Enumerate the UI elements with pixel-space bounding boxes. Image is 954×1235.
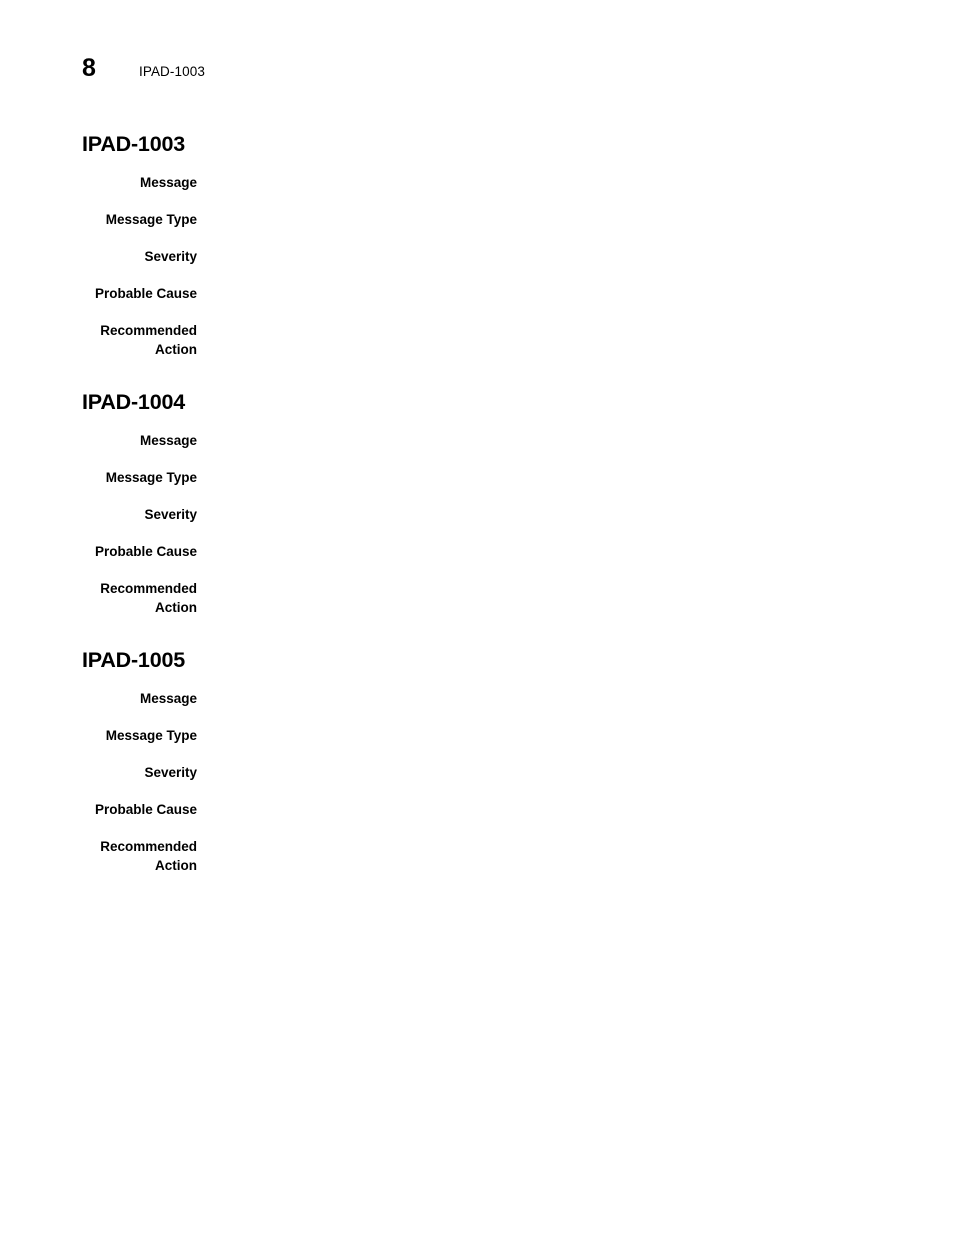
field-row: Recommended Action bbox=[0, 837, 864, 875]
field-value-probable-cause bbox=[197, 284, 864, 321]
field-row: Probable Cause bbox=[0, 542, 864, 579]
field-label-probable-cause: Probable Cause bbox=[94, 802, 197, 817]
field-value-message bbox=[197, 173, 864, 210]
field-row: Recommended Action bbox=[0, 321, 864, 359]
field-row: Severity bbox=[0, 505, 864, 542]
field-label-probable-cause: Probable Cause bbox=[94, 544, 197, 559]
field-label-recommended-action: Recommended Action bbox=[100, 839, 197, 873]
field-row: Severity bbox=[0, 763, 864, 800]
page-number: 8 bbox=[82, 54, 96, 82]
field-value-probable-cause bbox=[197, 800, 864, 837]
field-label-message-type: Message Type bbox=[105, 470, 197, 485]
field-row: Message Type bbox=[0, 468, 864, 505]
field-value-recommended-action bbox=[197, 321, 864, 359]
field-label-message-type: Message Type bbox=[105, 728, 197, 743]
field-row: Message Type bbox=[0, 210, 864, 247]
field-table: Message Message Type Severity Probable C… bbox=[0, 431, 864, 617]
field-row: Severity bbox=[0, 247, 864, 284]
page-running-header: 8 IPAD-1003 bbox=[82, 56, 872, 90]
field-label-message: Message bbox=[139, 175, 197, 190]
field-table: Message Message Type Severity Probable C… bbox=[0, 173, 864, 359]
field-value-message-type bbox=[197, 726, 864, 763]
field-label-probable-cause: Probable Cause bbox=[94, 286, 197, 301]
document-page: 8 IPAD-1003 IPAD-1003 Message Message Ty… bbox=[0, 0, 954, 1235]
field-label-recommended-action: Recommended Action bbox=[100, 323, 197, 357]
field-value-recommended-action bbox=[197, 837, 864, 875]
field-row: Probable Cause bbox=[0, 800, 864, 837]
message-section-ipad-1003: IPAD-1003 Message Message Type Severity bbox=[0, 131, 954, 359]
field-value-message bbox=[197, 431, 864, 468]
field-label-severity: Severity bbox=[144, 765, 197, 780]
field-label-message: Message bbox=[139, 691, 197, 706]
message-section-ipad-1005: IPAD-1005 Message Message Type Severity bbox=[0, 647, 954, 875]
field-value-probable-cause bbox=[197, 542, 864, 579]
section-heading: IPAD-1004 bbox=[82, 390, 185, 414]
field-label-message-type: Message Type bbox=[105, 212, 197, 227]
field-value-message-type bbox=[197, 468, 864, 505]
field-row: Message bbox=[0, 689, 864, 726]
section-heading: IPAD-1005 bbox=[82, 648, 185, 672]
field-row: Probable Cause bbox=[0, 284, 864, 321]
section-heading: IPAD-1003 bbox=[82, 132, 185, 156]
field-row: Message bbox=[0, 431, 864, 468]
field-value-message bbox=[197, 689, 864, 726]
field-label-message: Message bbox=[139, 433, 197, 448]
field-value-severity bbox=[197, 247, 864, 284]
field-value-severity bbox=[197, 763, 864, 800]
field-row: Recommended Action bbox=[0, 579, 864, 617]
running-header-title: IPAD-1003 bbox=[139, 64, 205, 79]
field-table: Message Message Type Severity Probable C… bbox=[0, 689, 864, 875]
field-value-recommended-action bbox=[197, 579, 864, 617]
field-value-severity bbox=[197, 505, 864, 542]
field-label-severity: Severity bbox=[144, 507, 197, 522]
field-label-recommended-action: Recommended Action bbox=[100, 581, 197, 615]
field-value-message-type bbox=[197, 210, 864, 247]
field-label-severity: Severity bbox=[144, 249, 197, 264]
page-body: IPAD-1003 Message Message Type Severity bbox=[0, 131, 954, 875]
field-row: Message bbox=[0, 173, 864, 210]
field-row: Message Type bbox=[0, 726, 864, 763]
message-section-ipad-1004: IPAD-1004 Message Message Type Severity bbox=[0, 389, 954, 617]
